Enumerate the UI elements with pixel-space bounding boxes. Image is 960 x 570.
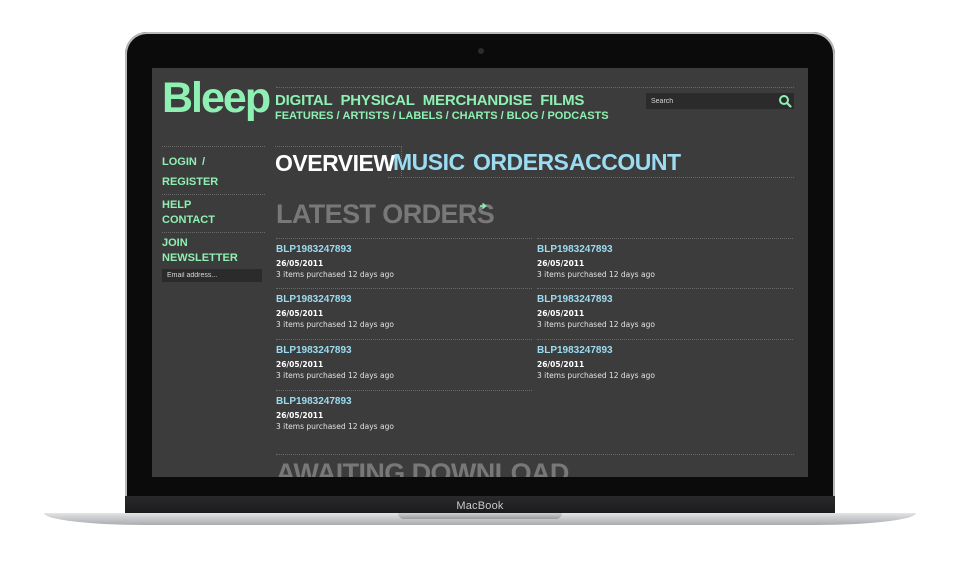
tab-orders[interactable]: ORDERS [473,146,569,177]
order-date: 26/05/2011 [537,309,585,318]
order-item: BLP1983247893 26/05/2011 3 items purchas… [537,288,793,330]
order-id-link[interactable]: BLP1983247893 [276,395,532,408]
site-logo[interactable]: Bleep [162,76,271,120]
newsletter-label: JOIN NEWSLETTER [162,237,238,264]
sidebar: LOGIN / REGISTER HELP CONTACT JOIN NEWSL… [162,146,265,282]
main-nav: DIGITAL PHYSICAL MERCHANDISE FILMS [275,92,592,109]
order-item: BLP1983247893 26/05/2011 3 items purchas… [537,339,793,381]
help-link[interactable]: HELP [162,198,265,213]
order-item: BLP1983247893 26/05/2011 3 items purchas… [276,339,532,381]
order-date: 26/05/2011 [276,411,324,420]
register-link[interactable]: REGISTER [162,176,218,188]
nav-item-physical[interactable]: PHYSICAL [340,92,414,109]
nav-item-films[interactable]: FILMS [540,92,584,109]
order-date: 26/05/2011 [276,309,324,318]
order-id-link[interactable]: BLP1983247893 [537,293,793,306]
order-date: 26/05/2011 [537,360,585,369]
header-divider [276,87,794,88]
nav-separator: / [392,110,396,122]
tabs-divider [388,177,794,178]
latest-orders-title: LATEST ORDERS [276,199,495,229]
account-tabs: OVERVIEW MUSIC ORDERS ACCOUNT [275,146,795,178]
awaiting-download-title: AWAITING DOWNLOAD [276,458,569,477]
nav-separator: / [500,110,504,122]
tab-music[interactable]: MUSIC [393,146,465,177]
order-item: BLP1983247893 26/05/2011 3 items purchas… [276,390,532,432]
nav-item-features[interactable]: FEATURES [275,110,333,122]
laptop-notch [398,513,562,519]
tab-overview[interactable]: OVERVIEW [275,146,402,178]
login-separator: / [201,156,205,168]
nav-item-charts[interactable]: CHARTS [452,110,498,122]
order-item: BLP1983247893 26/05/2011 3 items purchas… [276,288,532,330]
order-id-link[interactable]: BLP1983247893 [537,344,793,357]
search-box [646,93,794,109]
order-date: 26/05/2011 [276,360,324,369]
order-id-link[interactable]: BLP1983247893 [276,243,532,256]
order-date: 26/05/2011 [537,259,585,268]
order-meta: 3 items purchased 12 days ago [537,270,655,279]
sub-nav: FEATURES / ARTISTS / LABELS / CHARTS / BLOG / PODC… [275,110,609,122]
order-item: BLP1983247893 26/05/2011 3 items purchas… [537,238,793,280]
camera-icon [478,48,484,54]
tab-account[interactable]: ACCOUNT [569,146,681,177]
order-id-link[interactable]: BLP1983247893 [537,243,793,256]
order-item: BLP1983247893 26/05/2011 3 items purchas… [276,238,532,280]
order-id-link[interactable]: BLP1983247893 [276,293,532,306]
order-meta: 3 items purchased 12 days ago [537,320,655,329]
newsletter-email-input[interactable] [162,269,262,282]
order-date: 26/05/2011 [276,259,324,268]
order-meta: 3 items purchased 12 days ago [276,422,394,431]
screen: Bleep DIGITAL PHYSICAL MERCHANDISE FILMS FE… [152,68,808,477]
nav-separator: / [541,110,545,122]
contact-link[interactable]: CONTACT [162,213,265,228]
nav-item-artists[interactable]: ARTISTS [343,110,390,122]
order-meta: 3 items purchased 12 days ago [537,371,655,380]
search-icon[interactable] [778,94,792,108]
nav-item-blog[interactable]: BLOG [507,110,539,122]
login-link[interactable]: LOGIN [162,156,197,168]
nav-separator: / [336,110,340,122]
nav-item-merchandise[interactable]: MERCHANDISE [423,92,533,109]
nav-item-digital[interactable]: DIGITAL [275,92,333,109]
order-id-link[interactable]: BLP1983247893 [276,344,532,357]
order-meta: 3 items purchased 12 days ago [276,371,394,380]
nav-separator: / [445,110,449,122]
section-divider [276,454,794,455]
search-input[interactable] [646,93,771,109]
order-meta: 3 items purchased 12 days ago [276,270,394,279]
nav-item-labels[interactable]: LABELS [399,110,443,122]
nav-item-podcasts[interactable]: PODCASTS [547,110,608,122]
order-meta: 3 items purchased 12 days ago [276,320,394,329]
arrow-right-icon[interactable] [479,202,487,210]
